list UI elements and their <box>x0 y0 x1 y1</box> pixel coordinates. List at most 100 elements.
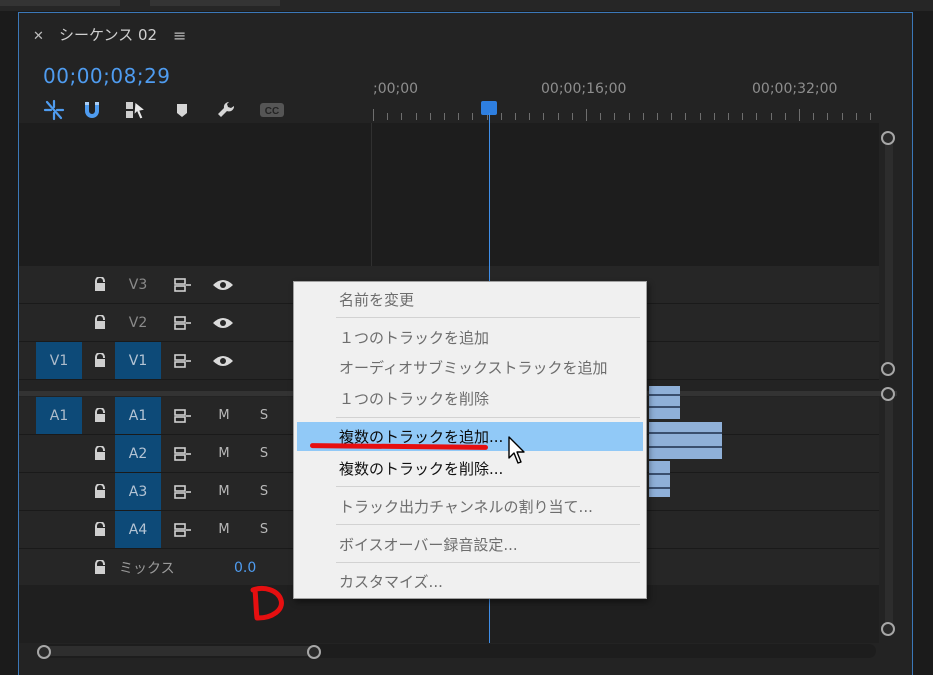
scroll-knob[interactable] <box>881 387 895 401</box>
ruler-label: 00;00;16;00 <box>541 81 627 97</box>
track-name[interactable]: V3 <box>115 266 161 303</box>
captions-icon[interactable]: CC <box>259 97 285 123</box>
track-name[interactable]: A4 <box>115 511 161 548</box>
ruler-ticks <box>373 109 882 121</box>
lock-icon[interactable] <box>90 473 110 510</box>
lock-icon[interactable] <box>90 266 110 303</box>
sync-lock-icon[interactable] <box>170 397 196 434</box>
zoom-left-knob[interactable] <box>37 645 51 659</box>
ruler-label: ;00;00 <box>373 81 419 97</box>
mouse-pointer-icon <box>508 436 525 464</box>
hamburger-icon[interactable]: ≡ <box>173 26 186 45</box>
ruler-tick <box>685 113 687 120</box>
sync-lock-icon[interactable] <box>170 511 196 548</box>
eye-icon[interactable] <box>209 304 237 341</box>
lock-icon[interactable] <box>90 549 110 586</box>
menu-separator <box>336 562 640 563</box>
lock-icon[interactable] <box>90 397 110 434</box>
nest-icon[interactable] <box>41 97 67 123</box>
top-strip-segment <box>150 0 280 6</box>
ruler-tick <box>870 113 871 120</box>
track-name[interactable]: A3 <box>115 473 161 510</box>
scroll-knob[interactable] <box>881 622 895 636</box>
sync-lock-icon[interactable] <box>170 435 196 472</box>
menu-item-delete-tracks[interactable]: 複数のトラックを削除... <box>297 454 643 483</box>
source-patch-v1[interactable]: V1 <box>36 342 82 379</box>
menu-item-delete-track[interactable]: １つのトラックを削除 <box>297 384 643 413</box>
solo-button[interactable]: S <box>257 397 271 434</box>
time-ruler[interactable]: ;00;00 00;00;16;00 00;00;32;00 <box>373 57 882 123</box>
panel-tab-bar: ✕ シーケンス 02 ≡ <box>19 13 912 57</box>
menu-separator <box>336 524 640 525</box>
ruler-tick <box>628 113 630 120</box>
menu-item-customize[interactable]: カスタマイズ... <box>297 567 643 596</box>
ruler-tick <box>515 113 516 120</box>
track-name[interactable]: V2 <box>115 304 161 341</box>
ruler-tick <box>855 113 857 120</box>
top-panel-strip <box>0 0 933 11</box>
close-icon[interactable]: ✕ <box>33 29 44 44</box>
solo-button[interactable]: S <box>257 473 271 510</box>
ruler-tick <box>458 113 460 120</box>
snap-magnet-icon[interactable] <box>79 97 105 123</box>
sequence-tab-title[interactable]: シーケンス 02 <box>59 24 157 45</box>
ruler-tick <box>373 109 374 121</box>
ruler-tick <box>529 113 531 120</box>
ruler-tick <box>429 113 431 120</box>
menu-item-rename[interactable]: 名前を変更 <box>297 285 643 314</box>
scroll-thumb[interactable] <box>44 646 314 656</box>
ruler-tick <box>799 109 800 121</box>
sync-lock-icon[interactable] <box>170 473 196 510</box>
track-context-menu: 名前を変更 １つのトラックを追加 オーディオサブミックストラックを追加 １つのト… <box>293 281 647 599</box>
video-vertical-scrollbar[interactable] <box>885 133 893 369</box>
track-name[interactable]: V1 <box>115 342 161 379</box>
audio-vertical-scrollbar[interactable] <box>885 391 893 629</box>
mute-button[interactable]: M <box>215 511 233 548</box>
menu-separator <box>336 417 640 418</box>
ruler-tick <box>401 113 403 120</box>
lock-icon[interactable] <box>90 304 110 341</box>
horizontal-zoom-scrollbar[interactable] <box>40 644 876 658</box>
ruler-tick <box>713 113 715 120</box>
zoom-right-knob[interactable] <box>307 645 321 659</box>
mute-button[interactable]: M <box>215 435 233 472</box>
mix-volume-value[interactable]: 0.0 <box>234 549 256 586</box>
scroll-knob[interactable] <box>881 131 895 145</box>
scroll-knob[interactable] <box>881 362 895 376</box>
wrench-icon[interactable] <box>213 97 239 123</box>
ruler-tick <box>813 113 815 120</box>
menu-item-add-submix-track[interactable]: オーディオサブミックストラックを追加 <box>297 353 643 382</box>
ruler-tick <box>557 113 559 120</box>
ruler-tick <box>543 113 545 120</box>
audio-clip[interactable] <box>649 461 670 497</box>
sync-lock-icon[interactable] <box>170 304 196 341</box>
audio-clip[interactable] <box>649 386 680 419</box>
sync-lock-icon[interactable] <box>170 266 196 303</box>
playhead-timecode[interactable]: 00;00;08;29 <box>43 64 171 88</box>
solo-button[interactable]: S <box>257 511 271 548</box>
ruler-tick <box>770 113 772 120</box>
lock-icon[interactable] <box>90 511 110 548</box>
menu-item-add-track[interactable]: １つのトラックを追加 <box>297 323 643 352</box>
menu-item-track-output-mapping[interactable]: トラック出力チャンネルの割り当て... <box>297 492 643 521</box>
ruler-tick <box>642 113 644 120</box>
audio-clip[interactable] <box>649 422 722 459</box>
eye-icon[interactable] <box>209 342 237 379</box>
svg-text:CC: CC <box>265 106 279 117</box>
track-name[interactable]: A2 <box>115 435 161 472</box>
menu-item-voiceover-settings[interactable]: ボイスオーバー録音設定... <box>297 530 643 559</box>
mute-button[interactable]: M <box>215 473 233 510</box>
lock-icon[interactable] <box>90 342 110 379</box>
ruler-tick <box>472 113 474 120</box>
solo-button[interactable]: S <box>257 435 271 472</box>
sync-lock-icon[interactable] <box>170 342 196 379</box>
eye-icon[interactable] <box>209 266 237 303</box>
marker-icon[interactable] <box>169 97 195 123</box>
lock-icon[interactable] <box>90 435 110 472</box>
top-strip-segment <box>0 0 120 6</box>
linked-selection-icon[interactable] <box>123 97 149 123</box>
source-patch-a1[interactable]: A1 <box>36 397 82 434</box>
ruler-tick <box>742 113 744 120</box>
mute-button[interactable]: M <box>215 397 233 434</box>
track-name[interactable]: A1 <box>115 397 161 434</box>
